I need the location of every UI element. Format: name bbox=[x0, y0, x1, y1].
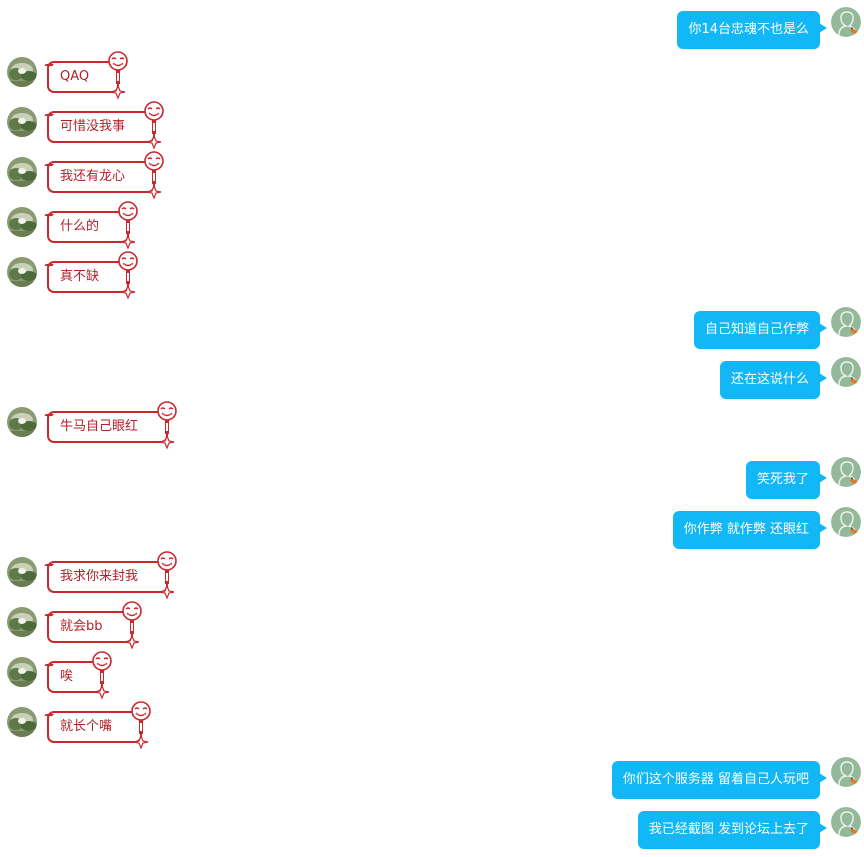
message-bubble[interactable]: QAQ bbox=[40, 51, 128, 100]
smiley-face-ornament-icon bbox=[141, 150, 167, 213]
bubble-tail bbox=[40, 564, 54, 572]
message-text: 牛马自己眼红 bbox=[60, 419, 139, 434]
bubble-tail bbox=[819, 373, 827, 383]
smiley-face-ornament-icon bbox=[154, 400, 180, 463]
bubble-tail bbox=[40, 664, 54, 672]
contact-avatar-icon[interactable] bbox=[7, 207, 37, 237]
self-avatar-icon[interactable] bbox=[831, 757, 861, 787]
self-avatar-icon[interactable] bbox=[831, 357, 861, 387]
message-text: 你14台忠魂不也是么 bbox=[688, 22, 809, 37]
bubble-tail bbox=[40, 64, 54, 72]
bubble-tail bbox=[40, 714, 54, 722]
bubble-tail bbox=[40, 214, 54, 222]
chat-message-received: QAQ bbox=[0, 51, 864, 107]
chat-message-received: 真不缺 bbox=[0, 251, 864, 307]
contact-avatar-icon[interactable] bbox=[7, 607, 37, 637]
chat-message-sent: 你作弊 就作弊 还眼红 bbox=[0, 507, 864, 557]
message-text: QAQ bbox=[60, 69, 90, 84]
contact-avatar-icon[interactable] bbox=[7, 657, 37, 687]
message-bubble[interactable]: 我求你来封我 bbox=[40, 551, 177, 600]
chat-message-received: 牛马自己眼红 bbox=[0, 401, 864, 457]
message-bubble[interactable]: 牛马自己眼红 bbox=[40, 401, 177, 450]
message-text: 还在这说什么 bbox=[730, 372, 809, 387]
bubble-tail bbox=[819, 773, 827, 783]
message-text: 唉 bbox=[60, 669, 74, 684]
message-text: 我还有龙心 bbox=[60, 169, 126, 184]
contact-avatar-icon[interactable] bbox=[7, 257, 37, 287]
bubble-tail bbox=[819, 23, 827, 33]
smiley-face-ornament-icon bbox=[105, 50, 131, 113]
message-bubble[interactable]: 我还有龙心 bbox=[40, 151, 164, 200]
self-avatar-icon[interactable] bbox=[831, 457, 861, 487]
contact-avatar-icon[interactable] bbox=[7, 407, 37, 437]
bubble-tail bbox=[819, 323, 827, 333]
bubble-tail bbox=[819, 523, 827, 533]
chat-message-sent: 还在这说什么 bbox=[0, 357, 864, 407]
smiley-face-ornament-icon bbox=[154, 550, 180, 613]
message-bubble[interactable]: 可惜没我事 bbox=[40, 101, 164, 150]
message-bubble[interactable]: 你们这个服务器 留着自己人玩吧 bbox=[611, 761, 827, 799]
chat-message-sent: 你们这个服务器 留着自己人玩吧 bbox=[0, 757, 864, 807]
message-bubble[interactable]: 笑死我了 bbox=[745, 461, 827, 499]
chat-message-received: 就长个嘴 bbox=[0, 701, 864, 757]
message-bubble[interactable]: 还在这说什么 bbox=[719, 361, 827, 399]
bubble-tail bbox=[819, 823, 827, 833]
message-bubble[interactable]: 你作弊 就作弊 还眼红 bbox=[672, 511, 827, 549]
bubble-tail bbox=[40, 164, 54, 172]
smiley-face-ornament-icon bbox=[128, 700, 154, 763]
chat-message-received: 就会bb bbox=[0, 601, 864, 657]
self-avatar-icon[interactable] bbox=[831, 507, 861, 537]
smiley-face-ornament-icon bbox=[119, 600, 145, 663]
bubble-tail bbox=[40, 114, 54, 122]
contact-avatar-icon[interactable] bbox=[7, 557, 37, 587]
message-bubble[interactable]: 自己知道自己作弊 bbox=[693, 311, 827, 349]
message-text: 可惜没我事 bbox=[60, 119, 126, 134]
message-text: 自己知道自己作弊 bbox=[704, 322, 809, 337]
bubble-tail bbox=[819, 473, 827, 483]
self-avatar-icon[interactable] bbox=[831, 807, 861, 837]
message-text: 笑死我了 bbox=[756, 472, 809, 487]
message-bubble[interactable]: 真不缺 bbox=[40, 251, 138, 300]
contact-avatar-icon[interactable] bbox=[7, 107, 37, 137]
contact-avatar-icon[interactable] bbox=[7, 707, 37, 737]
message-text: 你们这个服务器 留着自己人玩吧 bbox=[622, 772, 809, 787]
message-text: 我求你来封我 bbox=[60, 569, 139, 584]
chat-message-received: 可惜没我事 bbox=[0, 101, 864, 157]
smiley-face-ornament-icon bbox=[89, 650, 115, 713]
smiley-face-ornament-icon bbox=[115, 250, 141, 313]
message-text: 什么的 bbox=[60, 219, 100, 234]
message-bubble[interactable]: 就会bb bbox=[40, 601, 142, 650]
message-text: 真不缺 bbox=[60, 269, 100, 284]
message-text: 就会bb bbox=[60, 619, 103, 634]
message-bubble[interactable]: 什么的 bbox=[40, 201, 138, 250]
message-text: 你作弊 就作弊 还眼红 bbox=[683, 522, 809, 537]
chat-message-sent: 我已经截图 发到论坛上去了 bbox=[0, 807, 864, 857]
bubble-tail bbox=[40, 614, 54, 622]
message-text: 我已经截图 发到论坛上去了 bbox=[648, 822, 809, 837]
contact-avatar-icon[interactable] bbox=[7, 57, 37, 87]
message-bubble[interactable]: 你14台忠魂不也是么 bbox=[677, 11, 827, 49]
message-bubble[interactable]: 唉 bbox=[40, 651, 112, 700]
message-text: 就长个嘴 bbox=[60, 719, 113, 734]
chat-message-sent: 自己知道自己作弊 bbox=[0, 307, 864, 357]
bubble-tail bbox=[40, 414, 54, 422]
bubble-tail bbox=[40, 264, 54, 272]
self-avatar-icon[interactable] bbox=[831, 307, 861, 337]
contact-avatar-icon[interactable] bbox=[7, 157, 37, 187]
message-bubble[interactable]: 我已经截图 发到论坛上去了 bbox=[637, 811, 827, 849]
self-avatar-icon[interactable] bbox=[831, 7, 861, 37]
message-bubble[interactable]: 就长个嘴 bbox=[40, 701, 151, 750]
chat-message-sent: 笑死我了 bbox=[0, 457, 864, 507]
